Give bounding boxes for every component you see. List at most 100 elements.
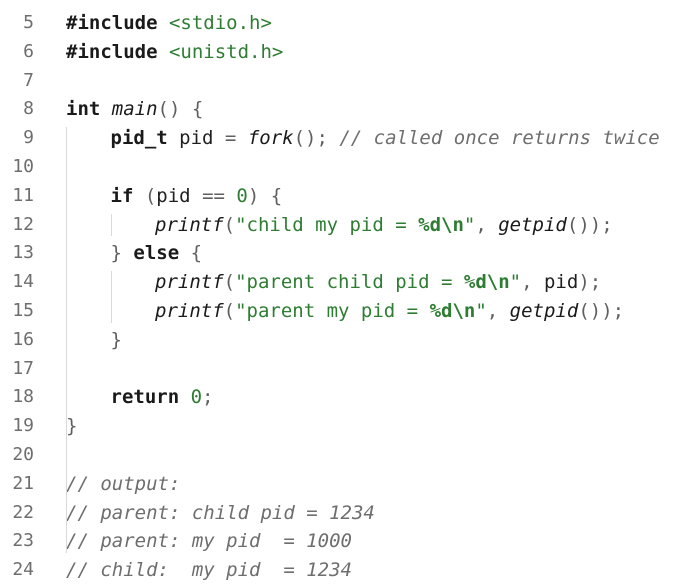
line-number: 10 [12, 155, 34, 177]
code-token: == [202, 184, 225, 207]
indent-guide [66, 127, 67, 554]
code-line[interactable]: 12 printf("child my pid = %d\n", getpid()… [0, 211, 679, 240]
code-line[interactable]: 11 if (pid == 0) { [0, 182, 679, 211]
code-token: // output: [66, 472, 181, 495]
code-token: = [224, 127, 237, 150]
code-token: ( [223, 213, 236, 236]
code-line[interactable]: 17 [0, 355, 679, 384]
code-token: () [157, 98, 181, 121]
code-token: pid_t [110, 127, 168, 150]
code-line[interactable]: 18 return 0; [0, 383, 679, 412]
code-token: , [475, 213, 499, 236]
code-token: "parent my pid = [235, 299, 430, 322]
code-token: "child my pid = [235, 213, 419, 236]
line-number: 8 [23, 98, 34, 120]
code-token: printf [155, 271, 224, 294]
code-token: printf [155, 213, 224, 236]
code-text: return 0; [111, 383, 214, 412]
code-line[interactable]: 7 [0, 67, 679, 96]
code-token: , [486, 299, 510, 322]
code-line[interactable]: 20 [0, 441, 679, 470]
code-token: { [270, 184, 283, 207]
code-token: "parent child pid = [235, 271, 464, 294]
line-number: 21 [12, 472, 34, 494]
code-line[interactable]: 9 pid_t pid = fork(); // called once retu… [0, 124, 679, 153]
code-token: #include [66, 40, 158, 63]
code-token: ) [247, 184, 260, 207]
code-line[interactable]: 24 // child: my pid = 1234 [0, 556, 679, 585]
code-text: #include <stdio.h> [66, 9, 272, 38]
line-number: 23 [12, 530, 34, 552]
code-text: } else { [111, 239, 203, 268]
code-text: } [66, 412, 77, 441]
code-line[interactable]: 8 int main() { [0, 95, 679, 124]
code-token: 0 [236, 184, 248, 207]
code-line[interactable]: 16} [0, 326, 679, 355]
code-text: printf("parent my pid = %d\n", getpid())… [155, 297, 624, 326]
code-line[interactable]: 19} [0, 412, 679, 441]
code-token: ( [223, 271, 236, 294]
code-token: getpid [509, 299, 579, 322]
code-text: // parent: my pid = 1000 [66, 527, 352, 556]
code-token: getpid [498, 213, 567, 236]
code-token: ()); [578, 299, 625, 322]
code-token: return [110, 386, 180, 409]
line-number: 24 [12, 559, 34, 581]
code-token: main [111, 98, 158, 121]
code-text: if (pid == 0) { [111, 182, 283, 211]
indent-guide [110, 271, 112, 323]
code-text: // output: [66, 470, 180, 499]
code-line[interactable]: 14 printf("parent child pid = %d\n", pid)… [0, 268, 679, 297]
line-number: 19 [12, 415, 34, 437]
line-number: 7 [23, 69, 34, 91]
code-line[interactable]: 22 // parent: child pid = 1234 [0, 499, 679, 528]
code-line[interactable]: 10 [0, 153, 679, 182]
code-token: 0 [190, 386, 203, 409]
code-token: %d\n [429, 299, 476, 322]
code-token: <unistd.h> [168, 40, 284, 63]
code-text: printf("child my pid = %d\n", getpid()); [155, 211, 613, 240]
code-token: pid [543, 271, 579, 294]
code-token: ( [144, 184, 157, 207]
code-text: int main() { [66, 95, 203, 124]
code-token: %d\n [463, 271, 510, 294]
code-token: ( [223, 299, 236, 322]
code-token: (); [293, 127, 328, 150]
code-token: <stdio.h> [168, 12, 272, 34]
code-token: printf [155, 299, 224, 322]
line-number: 9 [23, 127, 34, 149]
code-text: // parent: child pid = 1234 [66, 499, 375, 528]
code-token: , [521, 271, 544, 294]
code-token: } [110, 242, 122, 265]
code-line[interactable]: 5 #include <stdio.h> [0, 9, 679, 38]
code-line[interactable]: 13 } else { [0, 239, 679, 268]
line-number: 12 [12, 213, 34, 235]
code-token: ); [578, 271, 602, 294]
code-token: " [463, 213, 476, 236]
code-token: " [475, 299, 487, 322]
line-number: 14 [12, 271, 34, 293]
code-editor[interactable]: 5 #include <stdio.h> 6 #include <unistd.h> 7… [0, 9, 679, 585]
code-token: int [66, 98, 101, 121]
line-number: 15 [12, 299, 34, 321]
code-line[interactable]: 6 #include <unistd.h> [0, 38, 679, 67]
code-text: } [111, 326, 122, 355]
line-number: 13 [12, 242, 34, 264]
indent-guide [110, 213, 112, 237]
code-line[interactable]: 21 // output: [0, 470, 679, 499]
code-token: #include [66, 12, 158, 34]
code-line[interactable]: 15 printf("parent my pid = %d\n", getpid(… [0, 297, 679, 326]
code-token: pid [156, 184, 203, 207]
code-token: // called once returns twice [339, 127, 660, 150]
code-line[interactable]: 23 // parent: my pid = 1000 [0, 527, 679, 556]
